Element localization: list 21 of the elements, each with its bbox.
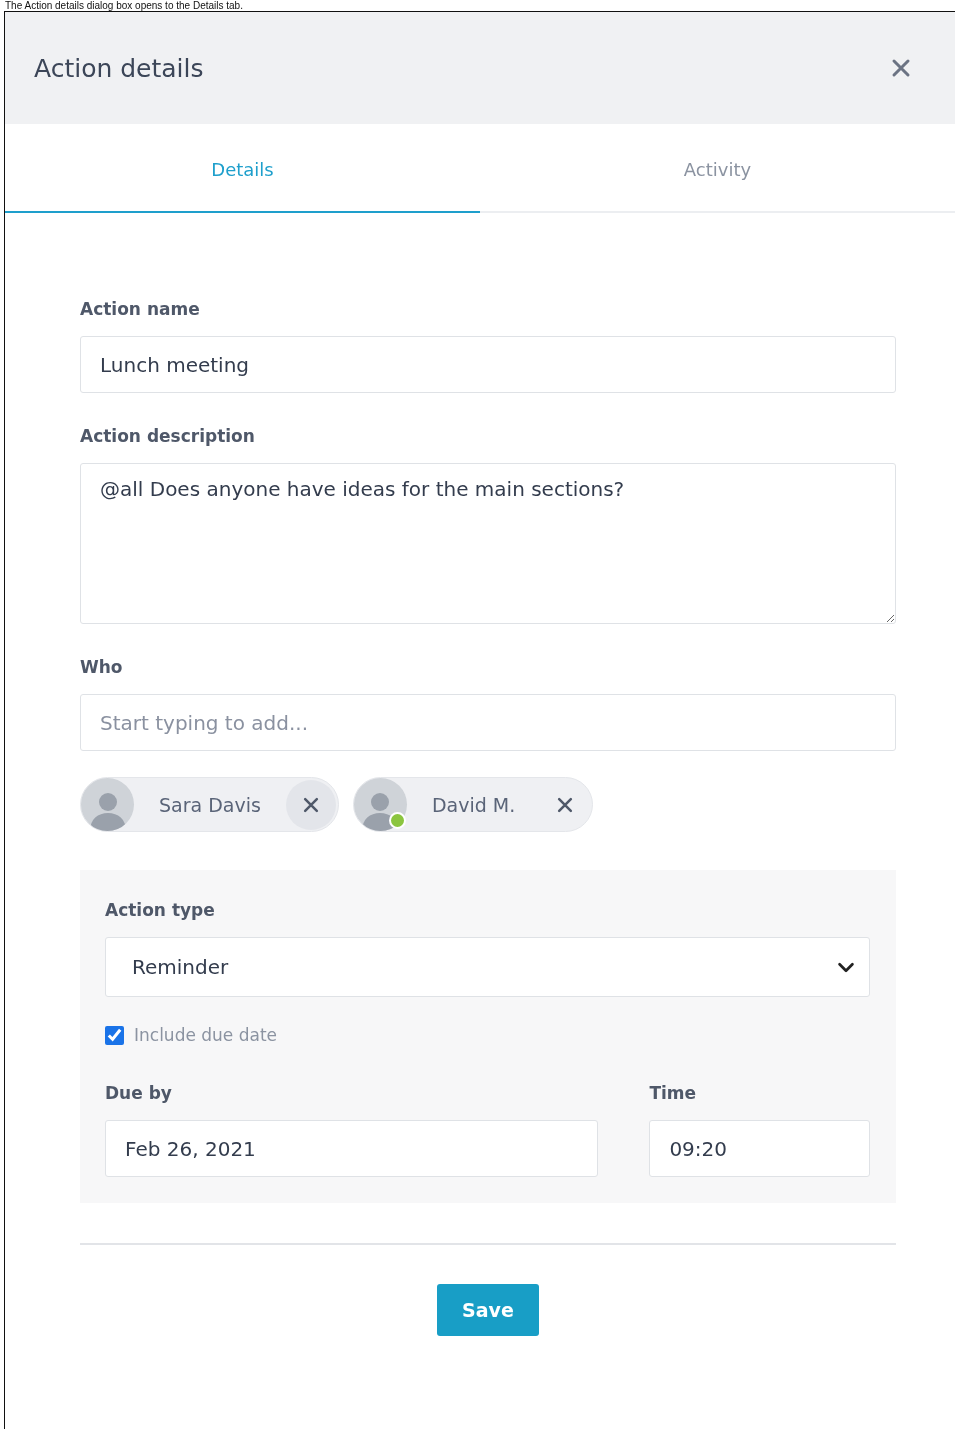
description-field[interactable]: @all Does anyone have ideas for the main sections? — [80, 463, 896, 624]
field-label: Time — [649, 1083, 698, 1103]
avatar — [353, 778, 407, 831]
avatar — [81, 778, 134, 831]
dialog-title: Action details — [34, 53, 204, 83]
action-name-field[interactable]: Lunch meeting — [80, 336, 896, 393]
time-field[interactable]: 09:20 — [649, 1120, 870, 1177]
field-label: Action description — [80, 426, 256, 446]
action-type-select[interactable]: Reminder — [105, 937, 870, 997]
due-date-field[interactable]: Feb 26, 2021 — [105, 1120, 599, 1177]
field-label: Action name — [80, 299, 201, 319]
checkbox-label: Include due date — [134, 1025, 278, 1045]
person-name: Sara Davis — [158, 793, 262, 816]
remove-button[interactable] — [285, 779, 336, 830]
person-name: David M. — [430, 793, 517, 816]
include-due-date-checkbox[interactable] — [105, 1025, 124, 1045]
who-field[interactable]: Start typing to add... — [80, 694, 896, 751]
field-label: Who — [80, 657, 124, 677]
field-label: Action type — [105, 900, 216, 920]
field-label: Due by — [105, 1083, 173, 1103]
caption: The Action details dialog box opens to the Details tab. — [4, 0, 244, 11]
